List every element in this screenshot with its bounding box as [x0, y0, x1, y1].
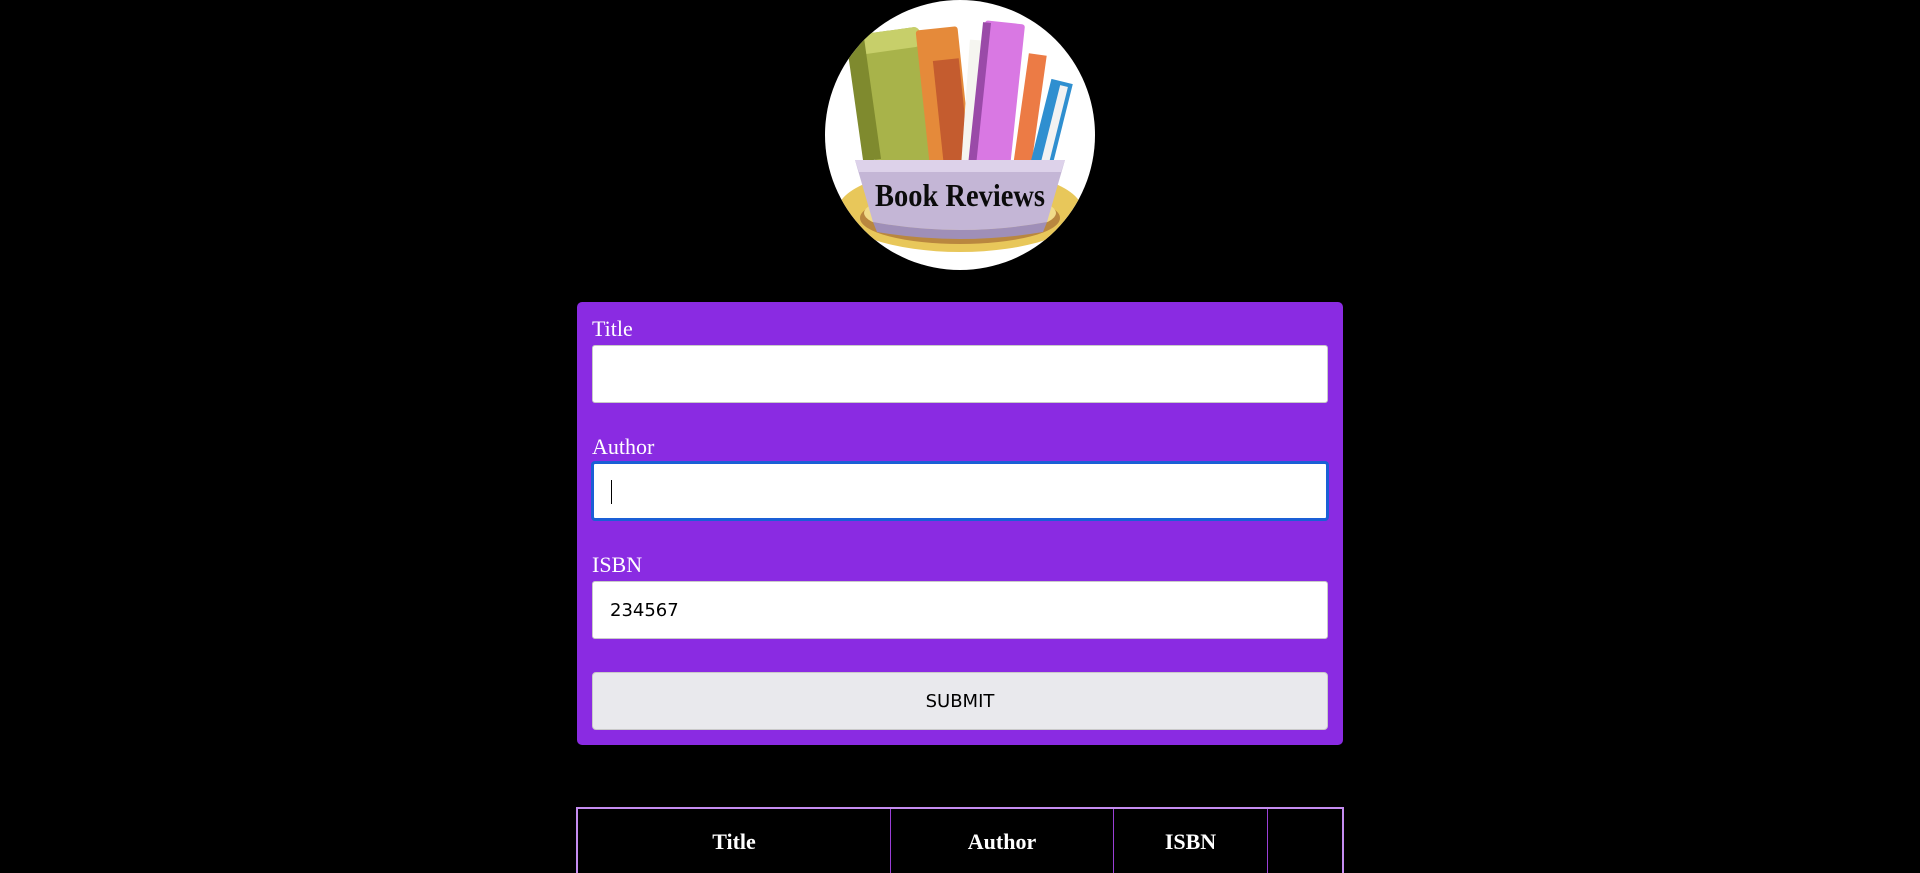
text-caret: [611, 480, 612, 504]
isbn-label: ISBN: [592, 552, 643, 577]
reviews-table: Title Author ISBN: [576, 807, 1344, 873]
title-label: Title: [592, 316, 633, 341]
submit-button[interactable]: SUBMIT: [592, 672, 1328, 730]
title-input[interactable]: [592, 345, 1328, 403]
book-review-form: Title Author ISBN SUBMIT: [577, 302, 1343, 745]
column-header-actions: [1268, 808, 1344, 873]
column-header-isbn: ISBN: [1113, 808, 1268, 873]
column-header-author: Author: [890, 808, 1114, 873]
book-reviews-logo: Book Reviews: [825, 0, 1095, 270]
author-label: Author: [592, 434, 655, 459]
book-basket-icon: Book Reviews: [838, 20, 1082, 252]
logo-text: Book Reviews: [875, 177, 1045, 213]
column-header-title: Title: [577, 808, 891, 873]
author-input[interactable]: [592, 462, 1328, 520]
table-header-row: Title Author ISBN: [577, 808, 1343, 873]
isbn-input[interactable]: [592, 581, 1328, 639]
